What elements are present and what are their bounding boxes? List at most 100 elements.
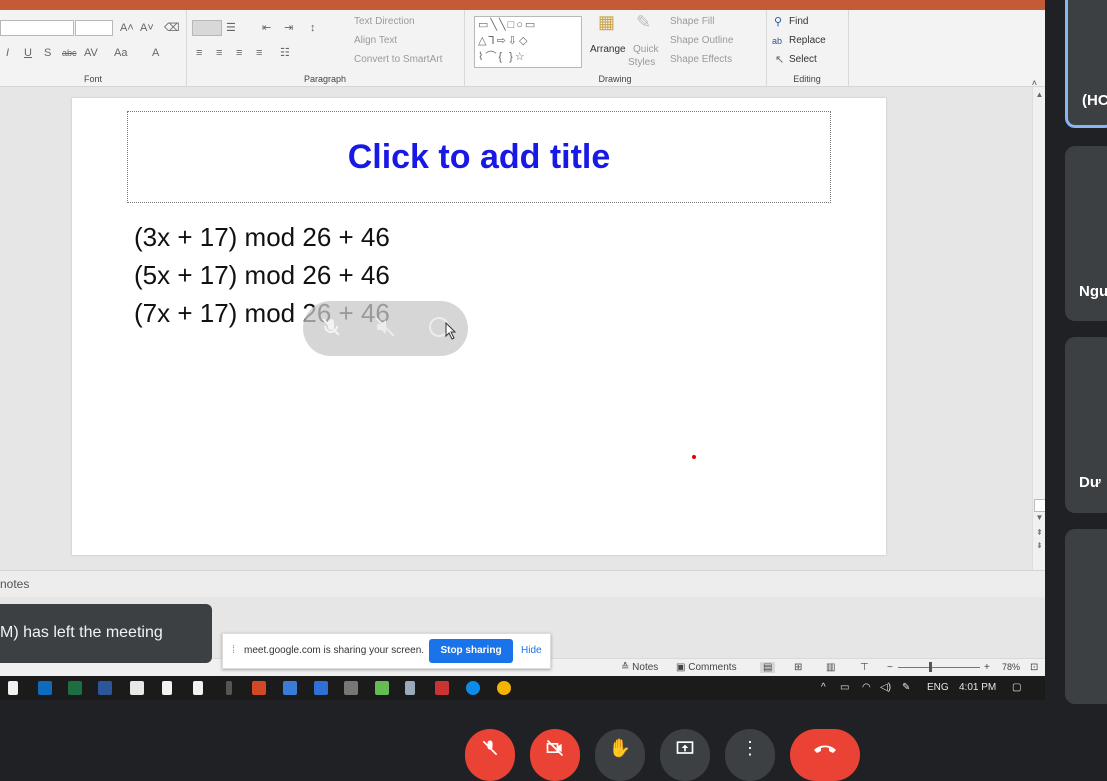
quick-styles-label-2[interactable]: Styles [628, 57, 655, 68]
more-options-button[interactable]: ⋮ [725, 729, 775, 781]
align-center-icon[interactable]: ≡ [216, 47, 222, 59]
zoom-out-icon[interactable]: − [887, 662, 893, 673]
mic-off-icon[interactable] [319, 315, 343, 339]
powerpoint-icon[interactable] [252, 681, 266, 695]
text-direction-button[interactable]: Text Direction [354, 16, 415, 27]
leave-call-button[interactable] [790, 729, 860, 781]
scroll-thumb[interactable] [1034, 499, 1045, 512]
tray-wifi-icon[interactable]: ◠ [862, 682, 871, 693]
char-spacing-icon[interactable]: AV [84, 47, 98, 59]
bullets-button[interactable] [192, 20, 222, 36]
slideshow-icon[interactable]: ⊤ [860, 662, 869, 673]
comments-toggle[interactable]: ▣ Comments [676, 662, 737, 673]
replace-button[interactable]: Replace [789, 35, 826, 46]
shrink-font-icon[interactable]: A˅ [140, 22, 154, 34]
reading-view-icon[interactable]: ▥ [826, 662, 835, 673]
decrease-indent-icon[interactable]: ⇤ [262, 22, 271, 34]
strikethrough-icon[interactable]: abc [62, 47, 77, 59]
title-placeholder[interactable]: Click to add title [127, 111, 831, 203]
find-icon[interactable]: ⚲ [774, 16, 782, 28]
tray-pen-icon[interactable]: ✎ [902, 682, 910, 693]
vertical-scrollbar[interactable]: ▲ ▼ ⇞ ⇟ [1032, 87, 1045, 570]
increase-indent-icon[interactable]: ⇥ [284, 22, 293, 34]
normal-view-icon[interactable]: ▤ [760, 662, 776, 673]
zoom-level[interactable]: 78% [1002, 662, 1020, 672]
edge-icon[interactable] [466, 681, 480, 695]
raise-hand-button[interactable]: ✋ [595, 729, 645, 781]
italic-icon[interactable]: I [6, 47, 9, 59]
arrange-icon[interactable]: ▦ [598, 13, 615, 31]
slide-canvas[interactable]: Click to add title (3x + 17) mod 26 + 46… [72, 98, 886, 555]
document-icon[interactable] [162, 681, 172, 695]
camera-toggle-button[interactable] [530, 729, 580, 781]
quick-styles-icon[interactable]: ✎ [636, 13, 651, 31]
document-icon[interactable] [193, 681, 203, 695]
columns-icon[interactable]: ☷ [280, 47, 290, 59]
tool-icon[interactable] [375, 681, 389, 695]
hide-button[interactable]: Hide [521, 645, 542, 656]
zoom-slider-track[interactable] [898, 667, 980, 668]
next-slide-icon[interactable]: ⇟ [1034, 540, 1045, 551]
line-spacing-icon[interactable]: ↕ [310, 22, 316, 34]
fit-slide-icon[interactable]: ⊡ [1030, 662, 1038, 673]
notepad-icon[interactable] [405, 681, 415, 695]
tray-battery-icon[interactable]: ▭ [840, 682, 849, 693]
drag-handle-icon[interactable]: ⁞ [232, 644, 235, 656]
previous-slide-icon[interactable]: ⇞ [1034, 527, 1045, 538]
notes-pane[interactable]: notes [0, 570, 1045, 597]
tray-chevron-icon[interactable]: ^ [821, 682, 826, 693]
align-left-icon[interactable]: ≡ [196, 47, 202, 59]
tray-volume-icon[interactable]: ◁) [880, 682, 891, 693]
app-red-icon[interactable] [435, 681, 449, 695]
grow-font-icon[interactable]: A˄ [120, 22, 134, 34]
clear-format-icon[interactable]: ⌫ [164, 22, 180, 34]
convert-smartart-button[interactable]: Convert to SmartArt [354, 54, 442, 65]
notification-icon[interactable]: ▢ [1012, 682, 1021, 693]
justify-icon[interactable]: ≡ [256, 47, 262, 59]
editor-icon[interactable] [130, 681, 144, 695]
word-icon[interactable] [98, 681, 112, 695]
select-icon[interactable]: ↖ [775, 54, 784, 66]
select-button[interactable]: Select [789, 54, 817, 65]
participant-tile[interactable]: Dư [1065, 337, 1107, 513]
app-icon[interactable] [283, 681, 297, 695]
scroll-down-icon[interactable]: ▼ [1034, 512, 1045, 523]
tray-clock[interactable]: 4:01 PM [959, 682, 996, 693]
volume-off-icon[interactable] [373, 315, 397, 339]
align-text-button[interactable]: Align Text [354, 35, 397, 46]
change-case-icon[interactable]: Aa [114, 47, 127, 59]
align-right-icon[interactable]: ≡ [236, 47, 242, 59]
font-name-box[interactable] [0, 20, 74, 36]
font-color-icon[interactable]: A [152, 47, 159, 59]
participant-tile[interactable]: Ngu [1065, 146, 1107, 321]
font-size-box[interactable] [75, 20, 113, 36]
file-icon[interactable] [8, 681, 18, 695]
shape-outline-button[interactable]: Shape Outline [670, 35, 733, 46]
mic-toggle-button[interactable] [465, 729, 515, 781]
console-icon[interactable] [344, 681, 358, 695]
shape-effects-button[interactable]: Shape Effects [670, 54, 732, 65]
underline-icon[interactable]: U [24, 47, 32, 59]
quick-styles-label-1[interactable]: Quick [633, 44, 659, 55]
shapes-gallery[interactable]: ▭╲╲□○▭ △⅂⇨⇩◇ ⌇⌒{ }☆ [474, 16, 582, 68]
replace-icon[interactable]: ab [772, 35, 782, 47]
stop-sharing-button[interactable]: Stop sharing [429, 639, 513, 663]
zoom-slider-thumb[interactable] [929, 662, 932, 672]
excel-icon[interactable] [68, 681, 82, 695]
zoom-in-icon[interactable]: + [984, 662, 990, 673]
outlook-icon[interactable] [38, 681, 52, 695]
participant-tile[interactable]: (HC [1065, 0, 1107, 128]
shape-fill-button[interactable]: Shape Fill [670, 16, 714, 27]
participant-tile[interactable] [1065, 529, 1107, 704]
terminal-icon[interactable] [226, 681, 232, 695]
sigma-icon[interactable] [314, 681, 328, 695]
present-button[interactable] [660, 729, 710, 781]
find-button[interactable]: Find [789, 16, 808, 27]
slide-sorter-icon[interactable]: ⊞ [794, 662, 802, 673]
scroll-up-icon[interactable]: ▲ [1034, 89, 1045, 100]
shadow-icon[interactable]: S [44, 47, 51, 59]
chrome-icon[interactable] [497, 681, 511, 695]
notes-toggle[interactable]: ≙ Notes [621, 662, 658, 673]
numbering-icon[interactable]: ☰ [226, 22, 236, 34]
tray-language[interactable]: ENG [927, 682, 949, 693]
